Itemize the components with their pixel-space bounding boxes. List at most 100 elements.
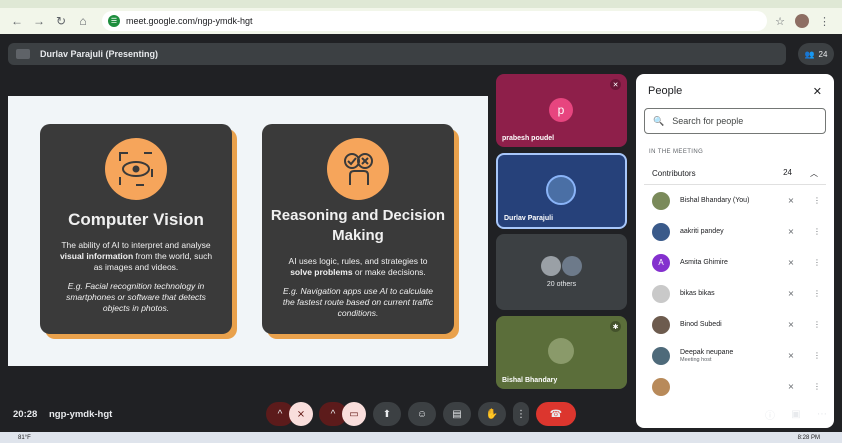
os-taskbar: 81°F 8:28 PM — [0, 432, 842, 443]
participants-count-button[interactable]: 👥 24 — [798, 43, 834, 65]
presenting-banner: Durlav Parajuli (Presenting) — [8, 43, 786, 65]
participant-row[interactable]: bikas bikas ⨯ ⋮ — [636, 278, 834, 309]
people-search-input[interactable]: 🔍 Search for people — [644, 108, 826, 134]
mic-muted-icon[interactable]: ⨯ — [786, 196, 796, 206]
participant-name: Bishal Bhandary (You) — [680, 197, 750, 204]
avatar — [652, 191, 670, 210]
card-description: AI uses logic, rules, and strategies to … — [288, 256, 428, 277]
mic-toggle-button[interactable]: ⨯ — [289, 402, 313, 426]
more-options-button[interactable]: ⋮ — [513, 402, 529, 426]
presenter-label: Durlav Parajuli (Presenting) — [40, 49, 159, 59]
participant-row[interactable]: Bishal Bhandary (You) ⨯ ⋮ — [636, 185, 834, 216]
avatar — [546, 175, 576, 205]
participant-name: aakriti pandey — [680, 228, 724, 235]
search-icon: 🔍 — [653, 115, 665, 126]
contributors-label: Contributors — [652, 169, 696, 178]
control-bar: 20:28 ngp-ymdk-hgt ^ ⨯ ^ ▭ ⬆ ☺ ▤ ✋ ⋮ ☎ ⓘ… — [0, 396, 842, 432]
chat-icon[interactable]: ▣ — [786, 402, 806, 426]
url-text: meet.google.com/ngp-ymdk-hgt — [126, 16, 253, 26]
participant-name: bikas bikas — [680, 290, 715, 297]
section-label: IN THE MEETING — [649, 149, 704, 155]
avatar: A — [652, 253, 670, 272]
close-icon[interactable]: ✕ — [813, 85, 822, 98]
participant-more-icon[interactable]: ⋮ — [812, 382, 822, 392]
contributors-count: 24 — [783, 168, 792, 177]
card-example: E.g. Facial recognition technology in sm… — [66, 281, 206, 313]
participant-tile-bishal[interactable]: ✱ Bishal Bhandary — [496, 316, 627, 389]
meeting-code: ngp-ymdk-hgt — [49, 408, 113, 420]
mic-muted-icon[interactable]: ⨯ — [786, 258, 796, 268]
participant-name: prabesh poudel — [502, 135, 555, 142]
participant-name: Asmita Ghimire — [680, 259, 728, 266]
reload-icon[interactable]: ↻ — [52, 12, 70, 30]
search-placeholder: Search for people — [672, 116, 744, 126]
participants-count: 24 — [818, 49, 828, 59]
camera-toggle-button[interactable]: ▭ — [342, 402, 366, 426]
browser-menu-icon[interactable]: ⋮ — [819, 15, 830, 28]
avatar: p — [549, 98, 573, 122]
participant-name: Durlav Parajuli — [504, 215, 554, 222]
avatar — [652, 377, 670, 396]
profile-avatar[interactable] — [795, 14, 809, 28]
site-info-icon[interactable]: ☰ — [108, 15, 120, 27]
participant-name: Deepak neupane Meeting host — [680, 349, 770, 363]
leave-call-button[interactable]: ☎ — [536, 402, 576, 426]
avatar — [541, 256, 561, 276]
meet-window: Durlav Parajuli (Presenting) 👥 24 Comput… — [0, 34, 842, 432]
participant-tile-durlav[interactable]: Durlav Parajuli — [496, 153, 627, 229]
participant-more-icon[interactable]: ⋮ — [812, 351, 822, 361]
participant-row[interactable]: A Asmita Ghimire ⨯ ⋮ — [636, 247, 834, 278]
mic-muted-icon[interactable]: ⨯ — [786, 382, 796, 392]
present-screen-button[interactable]: ⬆ — [373, 402, 401, 426]
participant-more-icon[interactable]: ⋮ — [812, 227, 822, 237]
mic-icon: ✱ — [610, 321, 621, 332]
participant-more-icon[interactable]: ⋮ — [812, 289, 822, 299]
participant-more-icon[interactable]: ⋮ — [812, 258, 822, 268]
avatar — [652, 315, 670, 334]
participant-role: Meeting host — [680, 356, 712, 363]
meeting-time: 20:28 — [13, 408, 38, 420]
forward-icon[interactable]: → — [30, 12, 48, 30]
participant-name: Binod Subedi — [680, 321, 722, 328]
mic-muted-icon[interactable]: ⨯ — [786, 227, 796, 237]
contributors-header[interactable]: Contributors 24 ︿ — [644, 163, 826, 185]
chevron-up-icon[interactable]: ︿ — [810, 168, 818, 179]
presentation-icon — [16, 49, 30, 59]
raise-hand-button[interactable]: ✋ — [478, 402, 506, 426]
mic-muted-icon[interactable]: ⨯ — [786, 320, 796, 330]
home-icon[interactable]: ⌂ — [74, 12, 92, 30]
participant-row[interactable]: aakriti pandey ⨯ ⋮ — [636, 216, 834, 247]
eye-icon — [105, 138, 167, 200]
mic-muted-icon[interactable]: ⨯ — [786, 289, 796, 299]
card-example: E.g. Navigation apps use AI to calculate… — [282, 286, 434, 318]
emoji-button[interactable]: ☺ — [408, 402, 436, 426]
address-bar[interactable]: ☰ meet.google.com/ngp-ymdk-hgt — [102, 11, 768, 31]
info-icon[interactable]: ⓘ — [760, 402, 780, 426]
avatar — [652, 284, 670, 303]
people-panel: People ✕ 🔍 Search for people IN THE MEET… — [636, 74, 834, 428]
people-icon: 👥 — [804, 49, 815, 59]
mic-off-icon: ✕ — [610, 79, 621, 90]
apps-grid-icon[interactable]: ⋯ — [812, 402, 832, 426]
card-title: Reasoning and Decision Making — [270, 207, 446, 244]
presentation-slide: Computer Vision The ability of AI to int… — [8, 96, 488, 366]
participant-more-icon[interactable]: ⋮ — [812, 196, 822, 206]
bookmark-star-icon[interactable]: ☆ — [775, 15, 785, 28]
others-label: 20 others — [546, 281, 577, 288]
participant-row[interactable]: Binod Subedi ⨯ ⋮ — [636, 309, 834, 340]
weather-temp: 81°F — [18, 434, 31, 441]
participant-name: Bishal Bhandary — [502, 377, 558, 384]
decision-hand-icon — [327, 138, 389, 200]
captions-button[interactable]: ▤ — [443, 402, 471, 426]
participant-row[interactable]: Deepak neupane Meeting host ⨯ ⋮ — [636, 340, 834, 371]
slide-card-computer-vision: Computer Vision The ability of AI to int… — [40, 124, 232, 334]
mic-muted-icon[interactable]: ⨯ — [786, 351, 796, 361]
back-icon[interactable]: ← — [8, 12, 26, 30]
browser-tab-strip — [0, 0, 842, 8]
avatar — [652, 346, 670, 365]
card-title: Computer Vision — [68, 210, 204, 229]
browser-toolbar: ← → ↻ ⌂ ☰ meet.google.com/ngp-ymdk-hgt ☆… — [0, 8, 842, 34]
participant-more-icon[interactable]: ⋮ — [812, 320, 822, 330]
participant-tile-prabesh[interactable]: p ✕ prabesh poudel — [496, 74, 627, 147]
participant-tile-others[interactable]: 20 others — [496, 234, 627, 310]
